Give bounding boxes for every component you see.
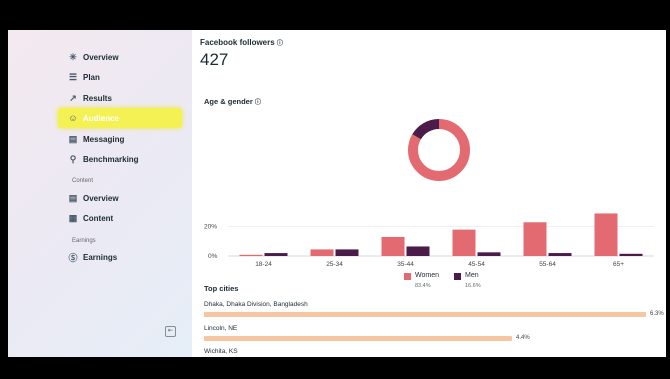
content-section-label: Content bbox=[72, 178, 94, 184]
benchmarking-icon: ⚲ bbox=[69, 153, 77, 164]
legend-percent: 83.4% bbox=[415, 283, 431, 289]
legend-swatch-men bbox=[454, 273, 461, 280]
sidebar-item-label: Earnings bbox=[83, 252, 118, 262]
sidebar-item-earnings[interactable]: Ⓢ Earnings bbox=[66, 248, 117, 266]
x-tick-label: 25-34 bbox=[326, 261, 343, 268]
city-value: 6.3% bbox=[650, 311, 664, 317]
sidebar-item-audience[interactable]: ☺ Audience bbox=[66, 109, 119, 127]
bar-women-18-24 bbox=[239, 254, 263, 256]
x-tick-label: 35-44 bbox=[397, 261, 414, 268]
sidebar-item-label: Overview bbox=[83, 193, 119, 203]
followers-title: Facebook followers ⓘ bbox=[200, 38, 283, 47]
sidebar-item-label: Messaging bbox=[83, 134, 125, 144]
sidebar-item-benchmarking[interactable]: ⚲ Benchmarking bbox=[66, 150, 139, 168]
y-tick-label: 20% bbox=[204, 224, 217, 231]
sidebar: ✳ Overview ☰ Plan ↗ Results ☺ Audience ▤… bbox=[8, 30, 192, 357]
bar-women-35-44 bbox=[381, 236, 405, 256]
bar-women-25-34 bbox=[310, 249, 334, 256]
city-label: Dhaka, Dhaka Division, Bangladesh bbox=[204, 301, 308, 308]
legend-label: Women bbox=[415, 272, 439, 279]
sidebar-item-label: Plan bbox=[83, 72, 100, 82]
x-tick-label: 65+ bbox=[613, 261, 624, 268]
x-tick-label: 45-54 bbox=[468, 261, 485, 268]
bar-women-55-64 bbox=[523, 222, 547, 256]
x-tick-label: 55-64 bbox=[539, 261, 556, 268]
app-window: ✳ Overview ☰ Plan ↗ Results ☺ Audience ▤… bbox=[8, 30, 666, 357]
sidebar-item-label: Content bbox=[83, 213, 114, 223]
gender-donut-chart bbox=[408, 119, 470, 181]
age-gender-title: Age & gender ⓘ bbox=[204, 97, 261, 106]
sidebar-item-content[interactable]: ▦ Content bbox=[66, 209, 113, 227]
bar-women-65+ bbox=[594, 213, 618, 256]
legend-label: Men bbox=[465, 272, 479, 279]
results-icon: ↗ bbox=[69, 92, 77, 103]
x-tick-label: 18-24 bbox=[255, 261, 272, 268]
bar-men-18-24 bbox=[264, 253, 288, 256]
overview-icon: ✳ bbox=[69, 51, 77, 62]
bar-women-45-54 bbox=[452, 229, 476, 256]
audience-icon: ☺ bbox=[68, 113, 78, 123]
plan-icon: ☰ bbox=[68, 71, 78, 82]
city-bar bbox=[204, 336, 512, 341]
y-tick-label: 0% bbox=[208, 253, 218, 260]
sidebar-item-label: Benchmarking bbox=[83, 154, 139, 164]
age-gender-bar-chart: 20% 0% 18-24 25-34 35-44 45-54 55-64 65+ bbox=[204, 213, 654, 268]
city-value: 4.4% bbox=[516, 335, 530, 341]
city-bar bbox=[204, 312, 646, 317]
sidebar-item-content-overview[interactable]: ▤ Overview bbox=[66, 189, 119, 207]
collapse-sidebar-icon[interactable]: ⇤ bbox=[165, 326, 176, 337]
info-icon[interactable]: ⓘ bbox=[277, 41, 283, 47]
legend-percent: 16.6% bbox=[465, 283, 481, 289]
sidebar-item-plan[interactable]: ☰ Plan bbox=[66, 68, 100, 86]
top-cities-title: Top cities bbox=[204, 284, 239, 293]
bar-men-55-64 bbox=[548, 253, 572, 256]
legend-swatch-women bbox=[404, 273, 411, 280]
bar-men-45-54 bbox=[477, 252, 501, 256]
content-grid-icon: ▦ bbox=[68, 212, 78, 223]
city-label: Wichita, KS bbox=[204, 348, 238, 355]
sidebar-item-label: Results bbox=[83, 93, 112, 103]
bar-men-25-34 bbox=[335, 249, 359, 256]
bar-men-65+ bbox=[619, 253, 643, 256]
bar-men-35-44 bbox=[406, 246, 430, 256]
sidebar-item-label: Overview bbox=[83, 52, 119, 62]
city-label: Lincoln, NE bbox=[204, 325, 238, 332]
info-icon[interactable]: ⓘ bbox=[255, 100, 261, 106]
followers-count: 427 bbox=[200, 50, 229, 69]
messaging-icon: ▤ bbox=[68, 133, 78, 144]
sidebar-item-overview[interactable]: ✳ Overview bbox=[66, 48, 119, 66]
content-overview-icon: ▤ bbox=[68, 192, 78, 203]
sidebar-item-messaging[interactable]: ▤ Messaging bbox=[66, 130, 125, 148]
sidebar-item-results[interactable]: ↗ Results bbox=[66, 89, 112, 107]
main-panel: Facebook followers ⓘ 427 Age & gender ⓘ … bbox=[192, 30, 666, 357]
earnings-section-label: Earnings bbox=[72, 238, 96, 244]
sidebar-item-label: Audience bbox=[83, 113, 120, 123]
earnings-icon: Ⓢ bbox=[68, 252, 78, 263]
